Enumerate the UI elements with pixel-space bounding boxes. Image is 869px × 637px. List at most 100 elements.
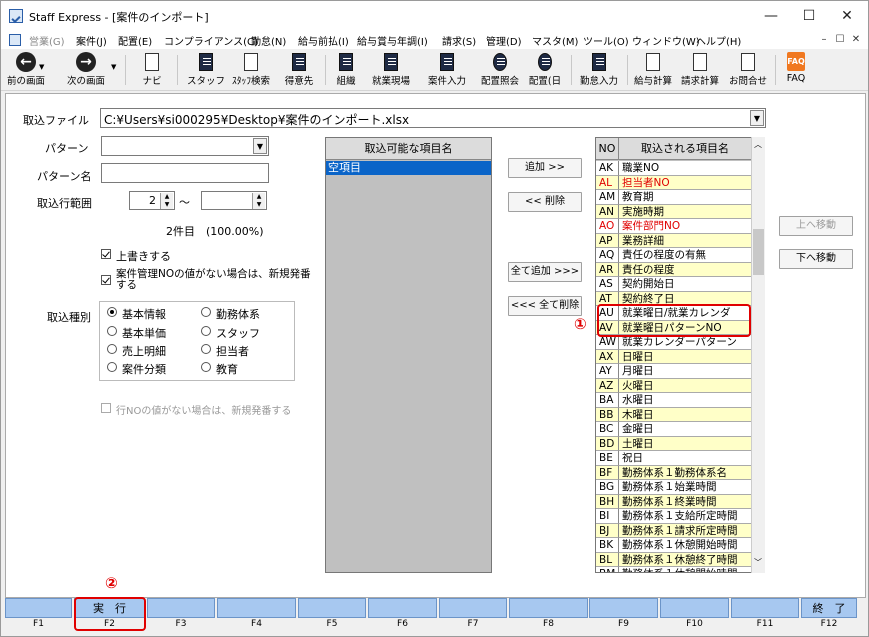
menu-billing[interactable]: 請求(S) [442, 33, 476, 48]
toolbar-staff-search-button[interactable]: ｽﾀｯﾌ検索 [229, 49, 273, 89]
doc-icon[interactable] [9, 34, 21, 46]
table-row[interactable]: AX 日曜日 [596, 349, 752, 364]
toolbar-billing-calc-button[interactable]: 請求計算 [677, 49, 723, 89]
menu-placement[interactable]: 配置(E) [118, 33, 152, 48]
fkey-f5-button[interactable] [298, 598, 366, 618]
fkey-f1-button[interactable] [5, 598, 72, 618]
radio-sales-detail[interactable]: 売上明細 [107, 344, 166, 358]
radio-case-category[interactable]: 案件分類 [107, 362, 166, 376]
mdi-close-button[interactable]: ✕ [849, 33, 863, 46]
table-row[interactable]: AW 就業カレンダーパターン [596, 335, 752, 350]
chevron-up-icon[interactable]: ︿ [754, 139, 762, 150]
mdi-restore-button[interactable]: ☐ [833, 33, 847, 46]
range-to-stepper[interactable]: ▲ ▼ [201, 191, 267, 210]
toolbar-placement-daily-button[interactable]: 配置(日 [527, 49, 563, 89]
table-row[interactable]: AM 教育期 [596, 190, 752, 205]
table-row[interactable]: BD 土曜日 [596, 436, 752, 451]
table-row[interactable]: AY 月曜日 [596, 364, 752, 379]
table-row[interactable]: AN 実施時期 [596, 204, 752, 219]
fkey-f4-button[interactable] [217, 598, 296, 618]
fkey-f6-button[interactable] [368, 598, 437, 618]
chevron-down-icon[interactable]: ﹀ [754, 557, 762, 568]
table-row[interactable]: AP 業務詳細 [596, 233, 752, 248]
radio-basic-info[interactable]: 基本情報 [107, 307, 166, 321]
table-row[interactable]: AQ 責任の程度の有無 [596, 248, 752, 263]
table-row[interactable]: AK 職業NO [596, 161, 752, 176]
toolbar-organization-button[interactable]: 組織 [331, 49, 361, 89]
menu-help[interactable]: ヘルプ(H) [696, 33, 741, 48]
menu-master[interactable]: マスタ(M) [532, 33, 578, 48]
vertical-scrollbar[interactable]: ︿ ﹀ [751, 137, 765, 573]
chevron-down-icon[interactable]: ▼ [253, 138, 267, 154]
chevron-down-icon[interactable]: ▼ [39, 63, 44, 71]
radio-work-system[interactable]: 勤務体系 [201, 307, 260, 321]
table-row[interactable]: BJ 勤務体系１請求所定時間 [596, 523, 752, 538]
close-button[interactable]: ✕ [827, 5, 867, 27]
mdi-minimize-button[interactable]: – [817, 33, 831, 46]
radio-education[interactable]: 教育 [201, 362, 238, 376]
move-down-button[interactable]: 下へ移動 [779, 249, 853, 269]
table-row[interactable]: BH 勤務体系１終業時間 [596, 494, 752, 509]
menu-salary[interactable]: 給与賞与年調(I) [357, 33, 428, 48]
radio-staff[interactable]: スタッフ [201, 326, 260, 340]
target-items-list[interactable]: NO 取込される項目名 AK 職業NO AL 担当者NO AM 教育期 AN 実施時期 AO 案件… [595, 137, 765, 573]
toolbar-navi-button[interactable]: ナビ [135, 49, 169, 89]
table-row[interactable]: BF 勤務体系１勤務体系名 [596, 465, 752, 480]
toolbar-worksite-button[interactable]: 就業現場 [369, 49, 413, 89]
menu-tools[interactable]: ツール(O) [583, 33, 629, 48]
toolbar-placement-inquiry-button[interactable]: 配置照会 [477, 49, 523, 89]
table-row[interactable]: BK 勤務体系１休憩開始時間 [596, 538, 752, 553]
available-items-list[interactable]: 取込可能な項目名 空項目 [325, 137, 492, 573]
table-row[interactable]: AZ 火曜日 [596, 378, 752, 393]
remove-all-button[interactable]: <<< 全て削除 [508, 296, 582, 316]
table-row[interactable]: BE 祝日 [596, 451, 752, 466]
table-row[interactable]: BC 金曜日 [596, 422, 752, 437]
table-row[interactable]: AR 責任の程度 [596, 262, 752, 277]
pattern-select[interactable]: ▼ [101, 136, 269, 156]
chevron-down-icon[interactable]: ▼ [750, 110, 764, 126]
menu-attendance[interactable]: 勤怠(N) [251, 33, 286, 48]
fkey-f9-button[interactable] [589, 598, 658, 618]
fkey-f8-button[interactable] [509, 598, 588, 618]
toolbar-forward-button[interactable]: → 次の画面 [61, 49, 111, 89]
table-row[interactable]: BL 勤務体系１休憩終了時間 [596, 552, 752, 567]
menu-case[interactable]: 案件(J) [76, 33, 107, 48]
fkey-f3-button[interactable] [147, 598, 215, 618]
toolbar-staff-button[interactable]: スタッフ [187, 49, 225, 89]
pattern-name-input[interactable] [101, 163, 269, 183]
fkey-f7-button[interactable] [439, 598, 507, 618]
row-no-checkbox[interactable]: 行NOの値がない場合は、新規発番する [101, 403, 291, 417]
toolbar-customer-button[interactable]: 得意先 [279, 49, 319, 89]
menu-window[interactable]: ウィンドウ(W) [632, 33, 700, 48]
maximize-button[interactable]: ☐ [789, 5, 829, 27]
table-row[interactable]: BA 水曜日 [596, 393, 752, 408]
list-item-selected[interactable]: 空項目 [326, 161, 491, 175]
range-from-stepper[interactable]: 2 ▲ ▼ [129, 191, 175, 210]
chevron-down-icon[interactable]: ▼ [111, 63, 116, 71]
add-all-button[interactable]: 全て追加 >>> [508, 262, 582, 282]
spin-updown-icon[interactable]: ▲ ▼ [160, 193, 173, 209]
table-row[interactable]: BG 勤務体系１始業時間 [596, 480, 752, 495]
toolbar-salary-calc-button[interactable]: 給与計算 [631, 49, 675, 89]
menu-management[interactable]: 管理(D) [486, 33, 522, 48]
table-row[interactable]: AO 案件部門NO [596, 219, 752, 234]
move-up-button[interactable]: 上へ移動 [779, 216, 853, 236]
overwrite-checkbox[interactable]: 上書きする [101, 249, 171, 263]
menu-advance-pay[interactable]: 給与前払(I) [298, 33, 349, 48]
table-row[interactable]: AS 契約開始日 [596, 277, 752, 292]
fkey-f10-button[interactable] [660, 598, 729, 618]
scrollbar-thumb[interactable] [753, 229, 764, 275]
table-row[interactable]: BI 勤務体系１支給所定時間 [596, 509, 752, 524]
table-row[interactable]: AL 担当者NO [596, 175, 752, 190]
menu-compliance[interactable]: コンプライアンス(C) [164, 33, 258, 48]
menu-sales[interactable]: 営業(G) [29, 33, 65, 48]
import-file-field[interactable]: C:¥Users¥si000295¥Desktop¥案件のインポート.xlsx … [100, 108, 766, 128]
fkey-f11-button[interactable] [731, 598, 799, 618]
add-button[interactable]: 追加 >> [508, 158, 582, 178]
radio-person-in-charge[interactable]: 担当者 [201, 344, 249, 358]
table-row[interactable]: BB 木曜日 [596, 407, 752, 422]
toolbar-faq-button[interactable]: FAQ FAQ [781, 49, 811, 89]
table-row[interactable]: BM勤務体系１休憩開始時間 [596, 567, 752, 572]
radio-basic-unit-price[interactable]: 基本単価 [107, 326, 166, 340]
remove-button[interactable]: << 削除 [508, 192, 582, 212]
